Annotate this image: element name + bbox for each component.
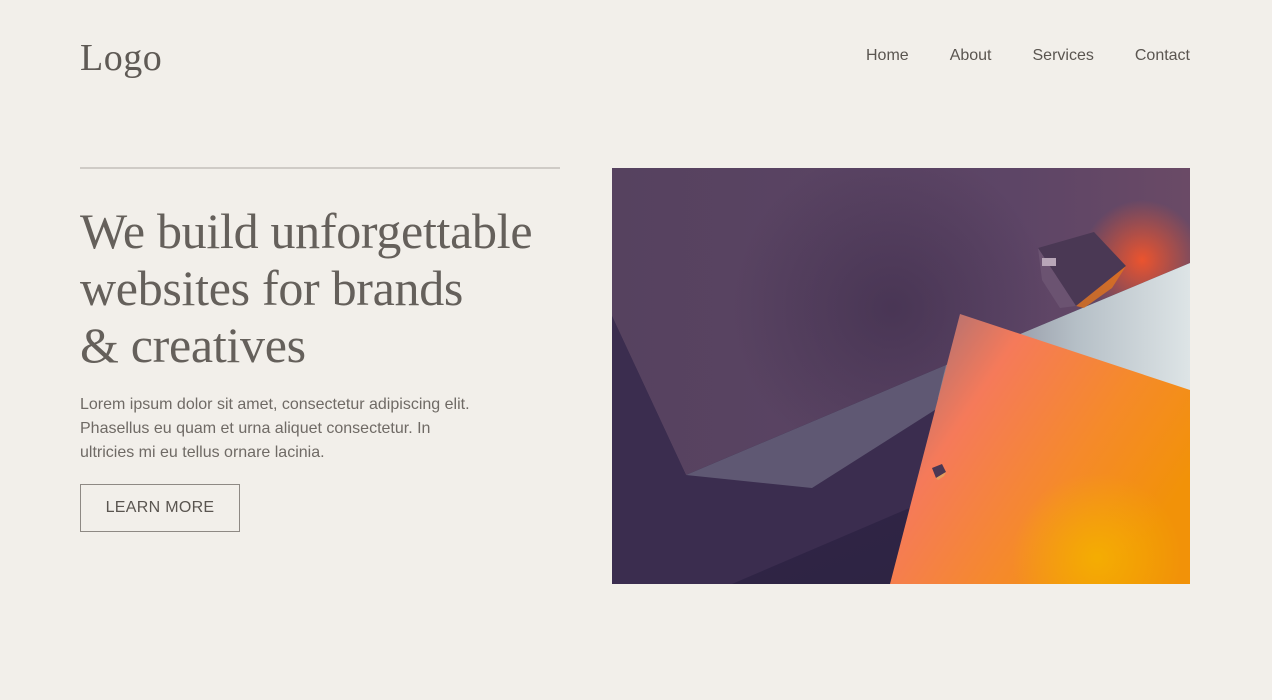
- nav-contact-link[interactable]: Contact: [1135, 46, 1190, 66]
- headline-line: websites for brands: [80, 260, 464, 316]
- nav-about-link[interactable]: About: [950, 46, 992, 66]
- nav-services-link[interactable]: Services: [1033, 46, 1094, 66]
- main-nav: Home About Services Contact: [866, 46, 1190, 66]
- description-line: Phasellus eu quam et urna aliquet consec…: [80, 420, 431, 437]
- logo[interactable]: Logo: [80, 36, 162, 80]
- description-line: Lorem ipsum dolor sit amet, consectetur …: [80, 396, 470, 413]
- learn-more-button[interactable]: LEARN MORE: [80, 484, 240, 532]
- hero-description: Lorem ipsum dolor sit amet, consectetur …: [80, 393, 480, 465]
- description-line: ultricies mi eu tellus ornare lacinia.: [80, 444, 325, 461]
- hero-abstract-image: [612, 168, 1190, 584]
- headline-line: & creatives: [80, 317, 306, 373]
- hero-headline: We build unforgettable websites for bran…: [80, 203, 600, 374]
- hero-divider: [80, 167, 560, 169]
- headline-line: We build unforgettable: [80, 203, 533, 259]
- site-header: Logo Home About Services Contact: [80, 36, 1190, 80]
- nav-home-link[interactable]: Home: [866, 46, 909, 66]
